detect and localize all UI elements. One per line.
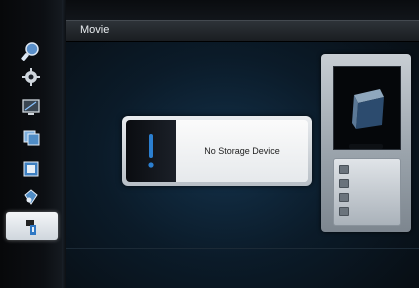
dialog-message: No Storage Device xyxy=(176,120,308,182)
top-strip xyxy=(66,0,419,20)
search-icon[interactable] xyxy=(20,40,42,62)
exclamation-icon xyxy=(148,134,154,168)
title-bar: Movie xyxy=(66,20,419,42)
film-icon[interactable] xyxy=(20,158,42,180)
file-type-list xyxy=(333,158,401,226)
settings-gear-icon[interactable] xyxy=(20,66,42,88)
usb-storage-icon[interactable] xyxy=(20,216,42,238)
file-icon xyxy=(339,165,349,174)
photos-icon[interactable] xyxy=(20,126,42,148)
page-title: Movie xyxy=(80,24,110,36)
cube-icon xyxy=(352,89,384,129)
music-icon[interactable] xyxy=(20,186,42,208)
film-icon xyxy=(339,193,349,202)
music-note-icon xyxy=(339,179,349,188)
divider xyxy=(66,248,419,249)
message-dialog[interactable]: No Storage Device xyxy=(122,116,312,186)
preview-screen xyxy=(333,66,401,150)
dialog-body: No Storage Device xyxy=(126,120,308,182)
preview-panel xyxy=(321,54,411,232)
sidebar xyxy=(0,0,62,288)
image-icon xyxy=(339,207,349,216)
dialog-icon-panel xyxy=(126,120,176,182)
preview-progress xyxy=(349,144,383,149)
monitor-icon[interactable] xyxy=(20,96,42,118)
